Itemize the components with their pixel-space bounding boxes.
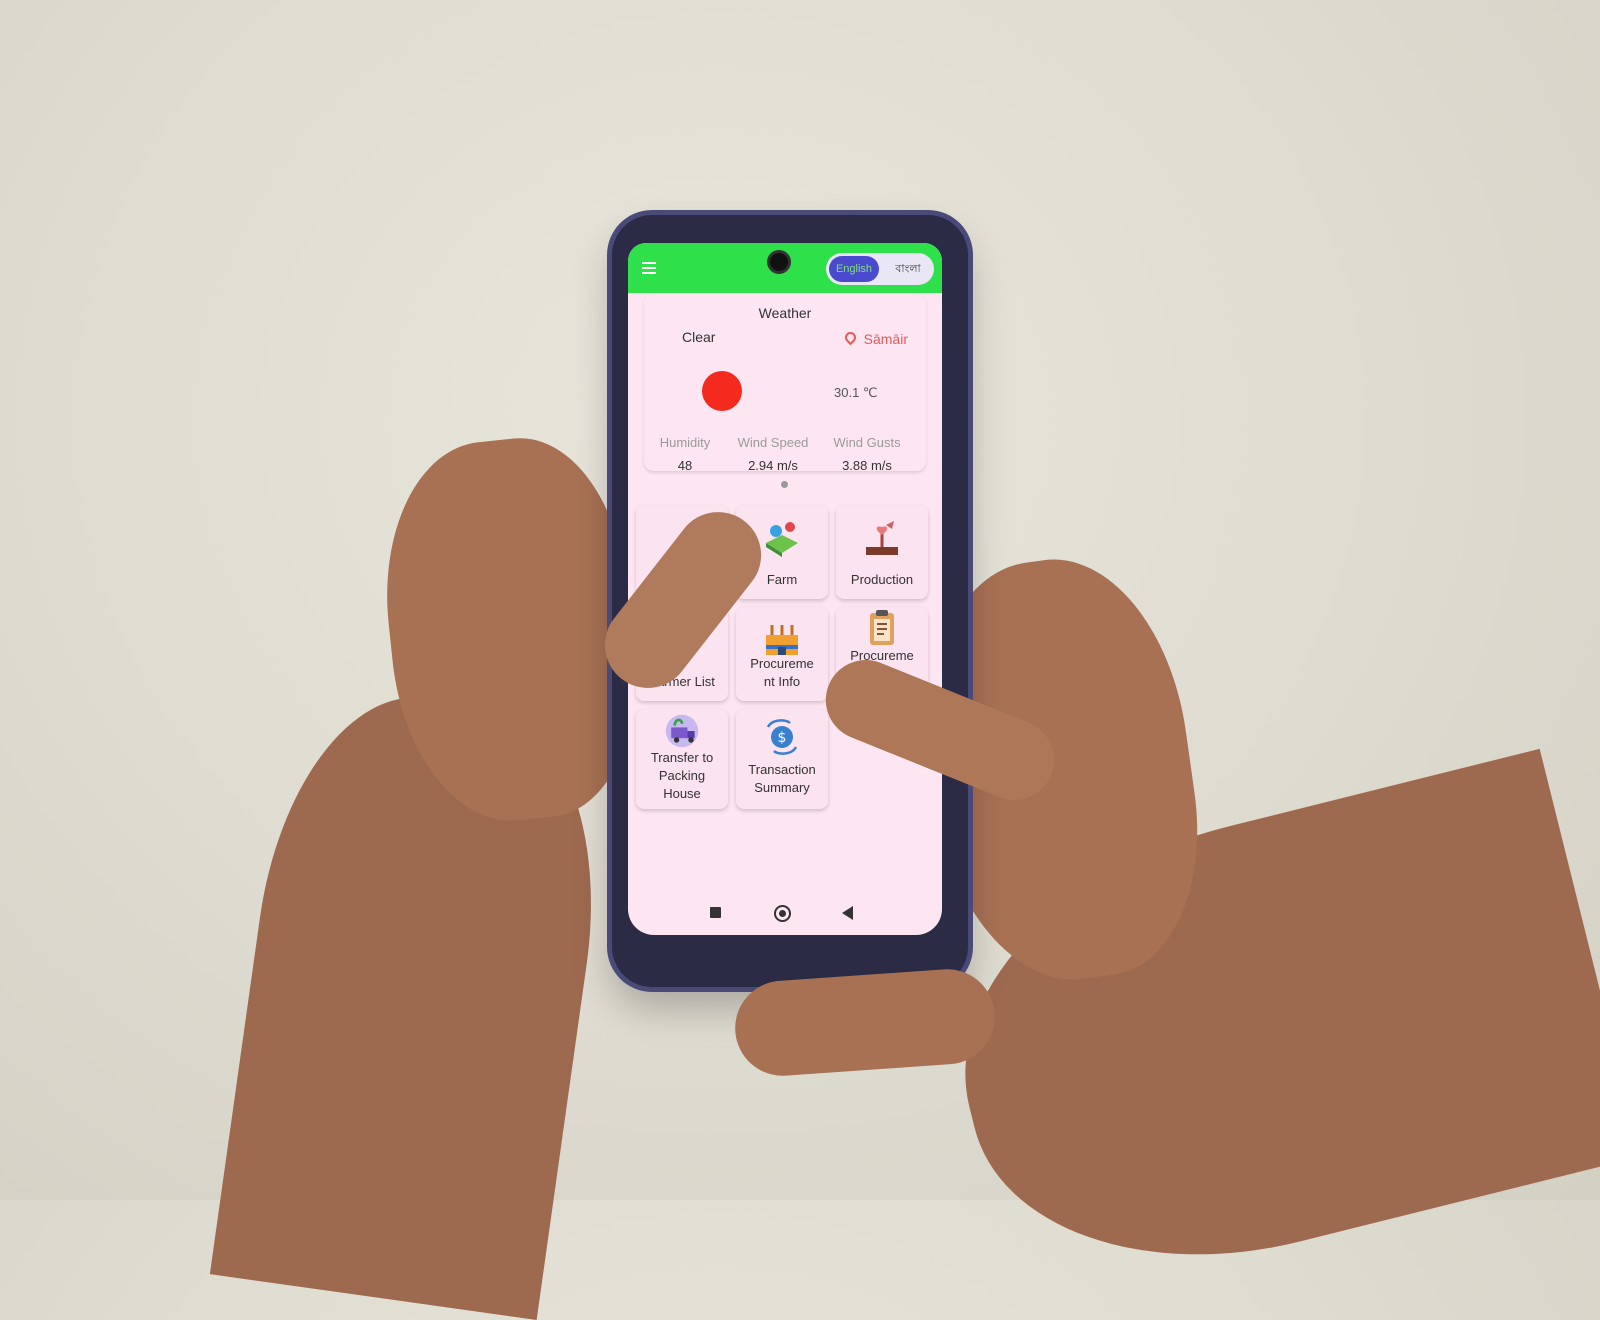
stat-value: 3.88 m/s — [842, 458, 892, 473]
sun-icon — [702, 371, 742, 411]
home-circle-icon[interactable] — [774, 905, 791, 922]
location-name: Sāmāir — [863, 331, 908, 347]
menu-tile-transfer-packing-house[interactable]: Transfer to Packing House — [636, 709, 728, 809]
language-option-english[interactable]: English — [829, 256, 879, 282]
stat-label: Humidity — [659, 435, 711, 450]
transaction-exchange-icon: $ — [766, 719, 798, 755]
weather-condition: Clear — [682, 329, 716, 345]
tile-label: Transaction Summary — [748, 762, 816, 795]
hamburger-menu-icon[interactable] — [642, 262, 656, 274]
production-plant-icon — [866, 521, 898, 555]
stat-value: 48 — [677, 458, 693, 473]
menu-tile-production[interactable]: Production — [836, 505, 928, 599]
language-option-bangla[interactable]: বাংলা — [886, 256, 930, 282]
tile-label: Transfer to Packing House — [650, 750, 714, 801]
wind-gusts-stat: Wind Gusts 3.88 m/s — [820, 435, 914, 473]
weather-location: Sāmāir — [842, 329, 908, 347]
location-pin-icon — [842, 329, 858, 346]
front-camera — [770, 253, 788, 271]
tile-label: Production — [850, 572, 914, 587]
back-triangle-icon[interactable] — [842, 906, 853, 920]
weather-card[interactable]: Weather Clear Sāmāir 30.1 ℃ Humidity 48 … — [644, 293, 926, 473]
stat-value: 2.94 m/s — [748, 458, 798, 473]
carousel-indicator — [781, 481, 788, 488]
humidity-stat: Humidity 48 — [638, 435, 732, 473]
svg-text:$: $ — [778, 730, 787, 746]
language-toggle[interactable]: English বাংলা — [826, 253, 934, 285]
procurement-clipboard-icon — [870, 610, 894, 645]
app-bar: English বাংলা — [628, 243, 942, 293]
menu-tile-procurement-info-1[interactable]: Procureme nt Info — [736, 607, 828, 701]
system-nav-bar — [628, 891, 942, 935]
wind-speed-stat: Wind Speed 2.94 m/s — [726, 435, 820, 473]
stat-label: Wind Gusts — [833, 435, 901, 450]
truck-transfer-icon — [665, 714, 699, 748]
temperature: 30.1 ℃ — [834, 385, 878, 400]
weather-title: Weather — [758, 305, 812, 321]
stat-label: Wind Speed — [737, 435, 809, 450]
bottom-finger — [732, 966, 998, 1079]
recents-square-icon[interactable] — [710, 907, 721, 918]
farm-map-icon — [766, 522, 798, 557]
menu-tile-transaction-summary[interactable]: $ Transaction Summary — [736, 709, 828, 809]
tile-label: Procureme nt Info — [750, 656, 814, 689]
